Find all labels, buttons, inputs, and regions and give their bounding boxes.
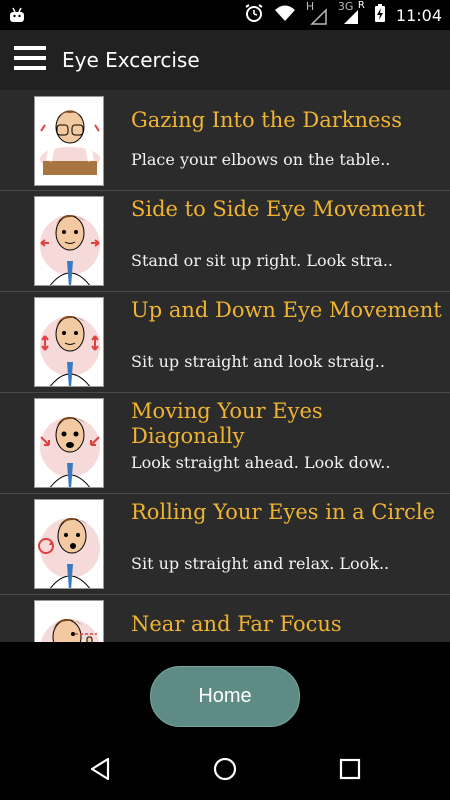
page-title: Eye Excercise xyxy=(62,48,200,72)
exercise-title: Up and Down Eye Movement xyxy=(131,298,442,322)
exercise-title: Side to Side Eye Movement xyxy=(131,197,426,221)
exercise-illustration xyxy=(34,499,104,589)
exercise-description: Look straight ahead. Look dow.. xyxy=(131,453,391,472)
hamburger-menu-icon xyxy=(14,45,46,75)
exercise-item-gazing[interactable]: Gazing Into the Darkness Place your elbo… xyxy=(0,90,450,191)
exercise-description: Stand or sit up right. Look stra.. xyxy=(131,251,393,270)
recents-icon xyxy=(339,758,361,784)
app-bar: Eye Excercise xyxy=(0,30,450,90)
battery-charging-icon xyxy=(374,3,386,27)
exercise-list[interactable]: Gazing Into the Darkness Place your elbo… xyxy=(0,90,450,642)
status-bar: H 3G R 11:04 xyxy=(0,0,450,30)
home-button[interactable]: Home xyxy=(150,666,300,727)
signal-h-icon: H xyxy=(306,0,328,25)
exercise-illustration xyxy=(34,196,104,286)
exercise-illustration xyxy=(34,398,104,488)
exercise-description: Sit up straight and look straig.. xyxy=(131,352,385,371)
exercise-title: Rolling Your Eyes in a Circle xyxy=(131,500,436,524)
bottom-panel: Home xyxy=(0,642,450,742)
exercise-description: Sit up straight and relax. Look.. xyxy=(131,554,390,573)
exercise-illustration xyxy=(34,600,104,642)
back-button[interactable] xyxy=(85,756,115,786)
exercise-item-near-far[interactable]: Near and Far Focus xyxy=(0,595,450,642)
signal-3g-icon: 3G R xyxy=(338,0,365,24)
exercise-title: Gazing Into the Darkness xyxy=(131,108,402,132)
exercise-illustration xyxy=(34,96,104,186)
android-debug-icon xyxy=(8,6,26,24)
back-icon xyxy=(89,757,111,785)
home-nav-button[interactable] xyxy=(210,756,240,786)
alarm-icon xyxy=(244,3,264,27)
exercise-item-rolling[interactable]: Rolling Your Eyes in a Circle Sit up str… xyxy=(0,494,450,595)
wifi-icon xyxy=(274,4,296,26)
menu-button[interactable] xyxy=(0,30,60,90)
exercise-item-side-to-side[interactable]: Side to Side Eye Movement Stand or sit u… xyxy=(0,191,450,292)
exercise-illustration xyxy=(34,297,104,387)
status-time: 11:04 xyxy=(395,5,442,25)
navigation-bar xyxy=(0,742,450,800)
exercise-description: Place your elbows on the table.. xyxy=(131,150,391,169)
home-circle-icon xyxy=(212,756,238,786)
recents-button[interactable] xyxy=(335,756,365,786)
exercise-item-up-and-down[interactable]: Up and Down Eye Movement Sit up straight… xyxy=(0,292,450,393)
exercise-title: Near and Far Focus xyxy=(131,612,342,636)
exercise-title: Moving Your Eyes Diagonally xyxy=(131,399,323,448)
exercise-item-diagonally[interactable]: Moving Your Eyes Diagonally Look straigh… xyxy=(0,393,450,494)
